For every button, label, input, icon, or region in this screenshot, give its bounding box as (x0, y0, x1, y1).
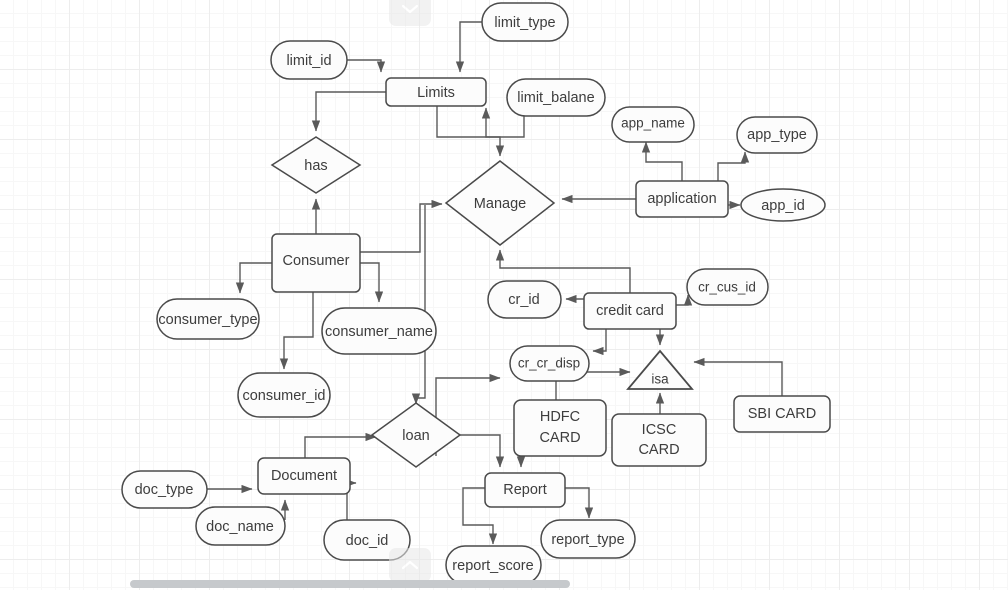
edge-consumer-consumer_id (279, 292, 314, 370)
edge-consumer-consumer_type (235, 262, 272, 294)
attr-doc_name[interactable]: doc_name (195, 506, 286, 546)
edge-limits-manage (436, 106, 505, 157)
edge-report-report_type (565, 487, 594, 519)
chevron-down-icon (401, 3, 419, 15)
attr-cr_cus_id[interactable]: cr_cus_id (686, 268, 769, 306)
attr-app_id[interactable]: app_id (740, 188, 826, 222)
attr-app_name[interactable]: app_name (611, 106, 695, 143)
relationship-manage[interactable]: Manage (444, 160, 556, 246)
edge-credit_card-cr_cus_id (676, 294, 693, 306)
entity-credit-card[interactable]: credit card (583, 292, 677, 330)
scroll-down-hint[interactable] (389, 548, 431, 582)
er-diagram-svg[interactable]: limit_id limit_type limit_balane app_nam… (0, 0, 1008, 590)
edge-application-app_name (641, 141, 683, 181)
entity-limits[interactable]: Limits (385, 77, 487, 107)
attr-cr_cr_disp[interactable]: cr_cr_disp (509, 345, 590, 382)
attr-doc_type[interactable]: doc_type (121, 470, 208, 509)
attr-app_type[interactable]: app_type (736, 116, 818, 154)
scroll-up-hint[interactable] (389, 0, 431, 26)
attr-consumer_name[interactable]: consumer_name (321, 307, 437, 355)
chevron-up-icon (401, 559, 419, 571)
edge-consumer-manage (360, 199, 443, 253)
attr-cr_id[interactable]: cr_id (487, 280, 562, 319)
entity-report[interactable]: Report (484, 472, 566, 508)
edge-loan-report (460, 434, 505, 468)
diagram-canvas[interactable]: limit_id limit_type limit_balane app_nam… (0, 0, 1008, 590)
entity-application[interactable]: application (635, 180, 729, 218)
attr-limit_balane[interactable]: limit_balane (506, 78, 606, 117)
entity-document[interactable]: Document (257, 457, 351, 495)
edge-credit_card-cr_cr_disp (592, 329, 607, 356)
relationship-loan[interactable]: loan (370, 402, 462, 468)
attr-limit_type[interactable]: limit_type (481, 2, 569, 42)
relationship-has[interactable]: has (270, 136, 362, 194)
edge-consumer-consumer_name (360, 262, 384, 303)
attr-consumer_id[interactable]: consumer_id (237, 372, 331, 418)
entity-hdfc-card[interactable]: HDFC CARD (513, 399, 607, 457)
edge-application-app_type (717, 151, 750, 181)
horizontal-scrollbar-thumb[interactable] (130, 580, 570, 588)
edge-limits-has (311, 91, 386, 132)
edge-limit_type-limits (455, 21, 482, 73)
entity-consumer[interactable]: Consumer (271, 233, 361, 293)
attr-limit_id[interactable]: limit_id (270, 40, 348, 80)
entity-icsc-card[interactable]: ICSC CARD (611, 413, 707, 467)
attr-consumer_type[interactable]: consumer_type (156, 298, 260, 340)
entity-sbi-card[interactable]: SBI CARD (733, 395, 831, 433)
attr-report_type[interactable]: report_type (540, 519, 636, 559)
edge-limit_id-limits (347, 59, 386, 73)
isa-layer: isa (626, 349, 694, 390)
isa-triangle[interactable]: isa (626, 349, 694, 390)
edge-sbi_card-isa (693, 357, 783, 396)
edge-document-loan (304, 432, 377, 458)
